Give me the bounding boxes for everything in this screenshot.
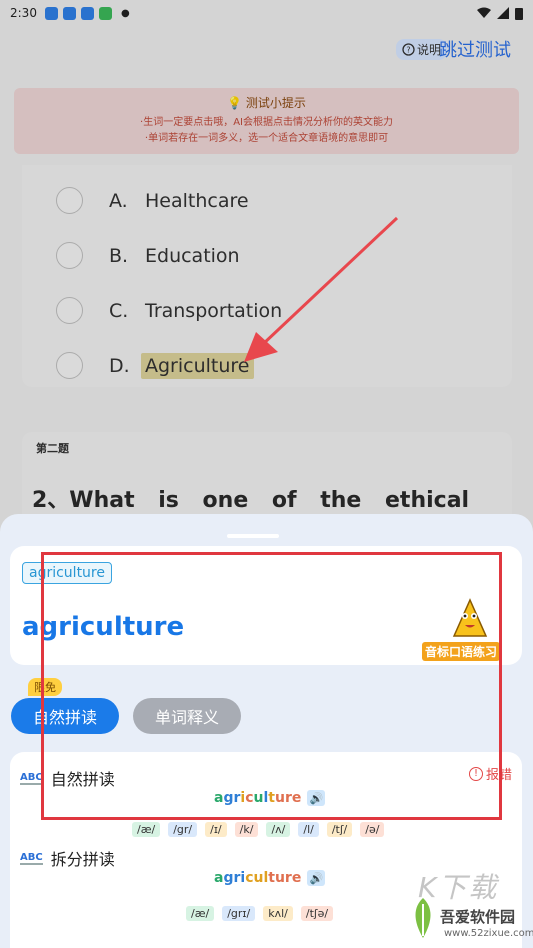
word-part: cul	[245, 870, 269, 886]
phoneme-chip[interactable]: /grɪ/	[222, 906, 256, 921]
phoneme-chip[interactable]: /ɪ/	[205, 822, 227, 837]
phoneme-chip[interactable]: /tʃə/	[300, 906, 334, 921]
watermark: K下载 吾爱软件园 www.52zixue.com	[400, 866, 533, 948]
phoneme-chip[interactable]: /l/	[298, 822, 319, 837]
natural-phoneme-row: /æ/ /gr/ /ɪ/ /k/ /ʌ/ /l/ /tʃ/ /ə/	[132, 822, 385, 837]
phoneme-chip[interactable]: /k/	[234, 822, 259, 837]
split-phoneme-row: /æ/ /grɪ/ kʌl/ /tʃə/	[186, 906, 334, 921]
word-part: ture	[268, 870, 302, 886]
phoneme-chip[interactable]: /tʃ/	[326, 822, 353, 837]
watermark-site-name: 吾爱软件园	[440, 908, 516, 926]
phoneme-chip[interactable]: /ʌ/	[266, 822, 291, 837]
section-title: 拆分拼读	[50, 850, 115, 869]
watermark-big-text: K下载	[418, 871, 499, 904]
colored-word: agriculture	[214, 870, 301, 886]
phoneme-chip[interactable]: /gr/	[168, 822, 198, 837]
phoneme-chip[interactable]: /æ/	[132, 822, 161, 837]
sheet-drag-handle[interactable]	[227, 534, 279, 538]
abc-icon: ABC	[20, 771, 43, 785]
watermark-url: www.52zixue.com	[444, 928, 533, 939]
speaker-icon[interactable]: 🔊	[307, 870, 326, 886]
annotation-highlight-box	[41, 552, 502, 820]
abc-icon: ABC	[20, 851, 43, 865]
phoneme-chip[interactable]: /æ/	[186, 906, 215, 921]
word-part: gri	[223, 870, 246, 886]
split-colored-word: agriculture 🔊	[214, 870, 326, 886]
split-phonics-header: ABC 拆分拼读	[20, 846, 115, 870]
phoneme-chip[interactable]: kʌl/	[263, 906, 293, 921]
phoneme-chip[interactable]: /ə/	[360, 822, 385, 837]
